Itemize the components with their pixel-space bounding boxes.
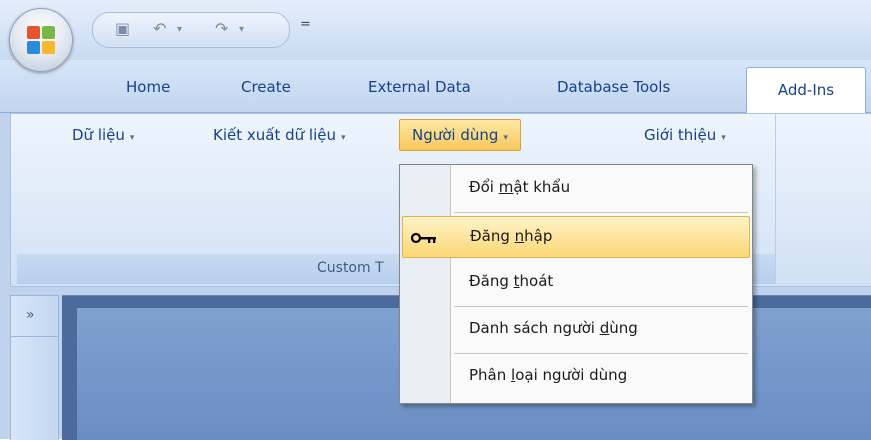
menu-item-label: Phân loại người dùng	[469, 366, 628, 384]
undo-icon[interactable]: ↶	[153, 19, 166, 38]
menu-item-label: Đăng thoát	[469, 272, 554, 290]
menu-button-kiet-xuat[interactable]: Kiết xuất dữ liệu ▾	[213, 126, 346, 144]
quick-access-toolbar: ▣ ↶ ▾ ↷ ▾	[92, 12, 290, 48]
group-title: Custom T	[317, 260, 384, 276]
menu-item-phan-loai-nguoi-dung[interactable]: Phân loại người dùng	[400, 354, 752, 400]
menu-item-label: Đổi mật khẩu	[469, 178, 571, 196]
ribbon-tabs: Home Create External Data Database Tools…	[0, 60, 871, 113]
dropdown-arrow-icon: ▾	[503, 133, 508, 143]
nav-pane-header: »	[11, 296, 58, 337]
dropdown-arrow-icon: ▾	[129, 133, 135, 143]
menu-button-label: Giới thiệu	[644, 126, 717, 144]
menu-item-dang-thoat[interactable]: Đăng thoát	[400, 260, 752, 306]
tab-add-ins[interactable]: Add-Ins	[746, 67, 866, 113]
menu-button-nguoi-dung[interactable]: Người dùng ▾	[399, 119, 521, 151]
tab-home[interactable]: Home	[126, 78, 170, 96]
dropdown-arrow-icon: ▾	[721, 133, 726, 143]
menu-item-dang-nhap[interactable]: Đăng nhập	[402, 216, 750, 258]
tab-create[interactable]: Create	[241, 78, 291, 96]
tab-database-tools[interactable]: Database Tools	[557, 78, 670, 96]
menu-item-danh-sach-nguoi-dung[interactable]: Danh sách người dùng	[400, 307, 752, 353]
menu-button-du-lieu[interactable]: Dữ liệu ▾	[72, 126, 134, 144]
office-button[interactable]	[9, 8, 73, 72]
menu-item-label: Danh sách người dùng	[469, 319, 638, 337]
window-frame: ▣ ↶ ▾ ↷ ▾ = Home Create External Data Da…	[0, 0, 871, 440]
dropdown-menu-nguoi-dung: Đổi mật khẩu Đăng nhập Đăng thoát Danh s…	[399, 164, 753, 404]
expand-pane-icon[interactable]: »	[26, 307, 35, 323]
save-icon[interactable]: ▣	[115, 19, 130, 38]
office-logo-icon	[27, 26, 55, 54]
menu-separator	[454, 212, 748, 213]
key-icon	[410, 229, 437, 248]
menu-button-label: Dữ liệu	[72, 126, 125, 144]
undo-dropdown-icon[interactable]: ▾	[177, 24, 182, 35]
redo-dropdown-icon[interactable]: ▾	[239, 24, 244, 35]
tab-external-data[interactable]: External Data	[368, 78, 471, 96]
customize-qat-button[interactable]: =	[300, 17, 311, 32]
dropdown-arrow-icon: ▾	[340, 133, 346, 143]
menu-button-gioi-thieu[interactable]: Giới thiệu ▾	[644, 126, 726, 144]
menu-button-label: Người dùng	[412, 126, 499, 144]
menu-item-doi-mat-khau[interactable]: Đổi mật khẩu	[400, 166, 752, 212]
navigation-pane: »	[10, 295, 59, 440]
menu-item-label: Đăng nhập	[470, 227, 553, 245]
title-bar: ▣ ↶ ▾ ↷ ▾ =	[0, 0, 871, 60]
redo-icon[interactable]: ↷	[215, 19, 228, 38]
menu-button-label: Kiết xuất dữ liệu	[213, 126, 336, 144]
